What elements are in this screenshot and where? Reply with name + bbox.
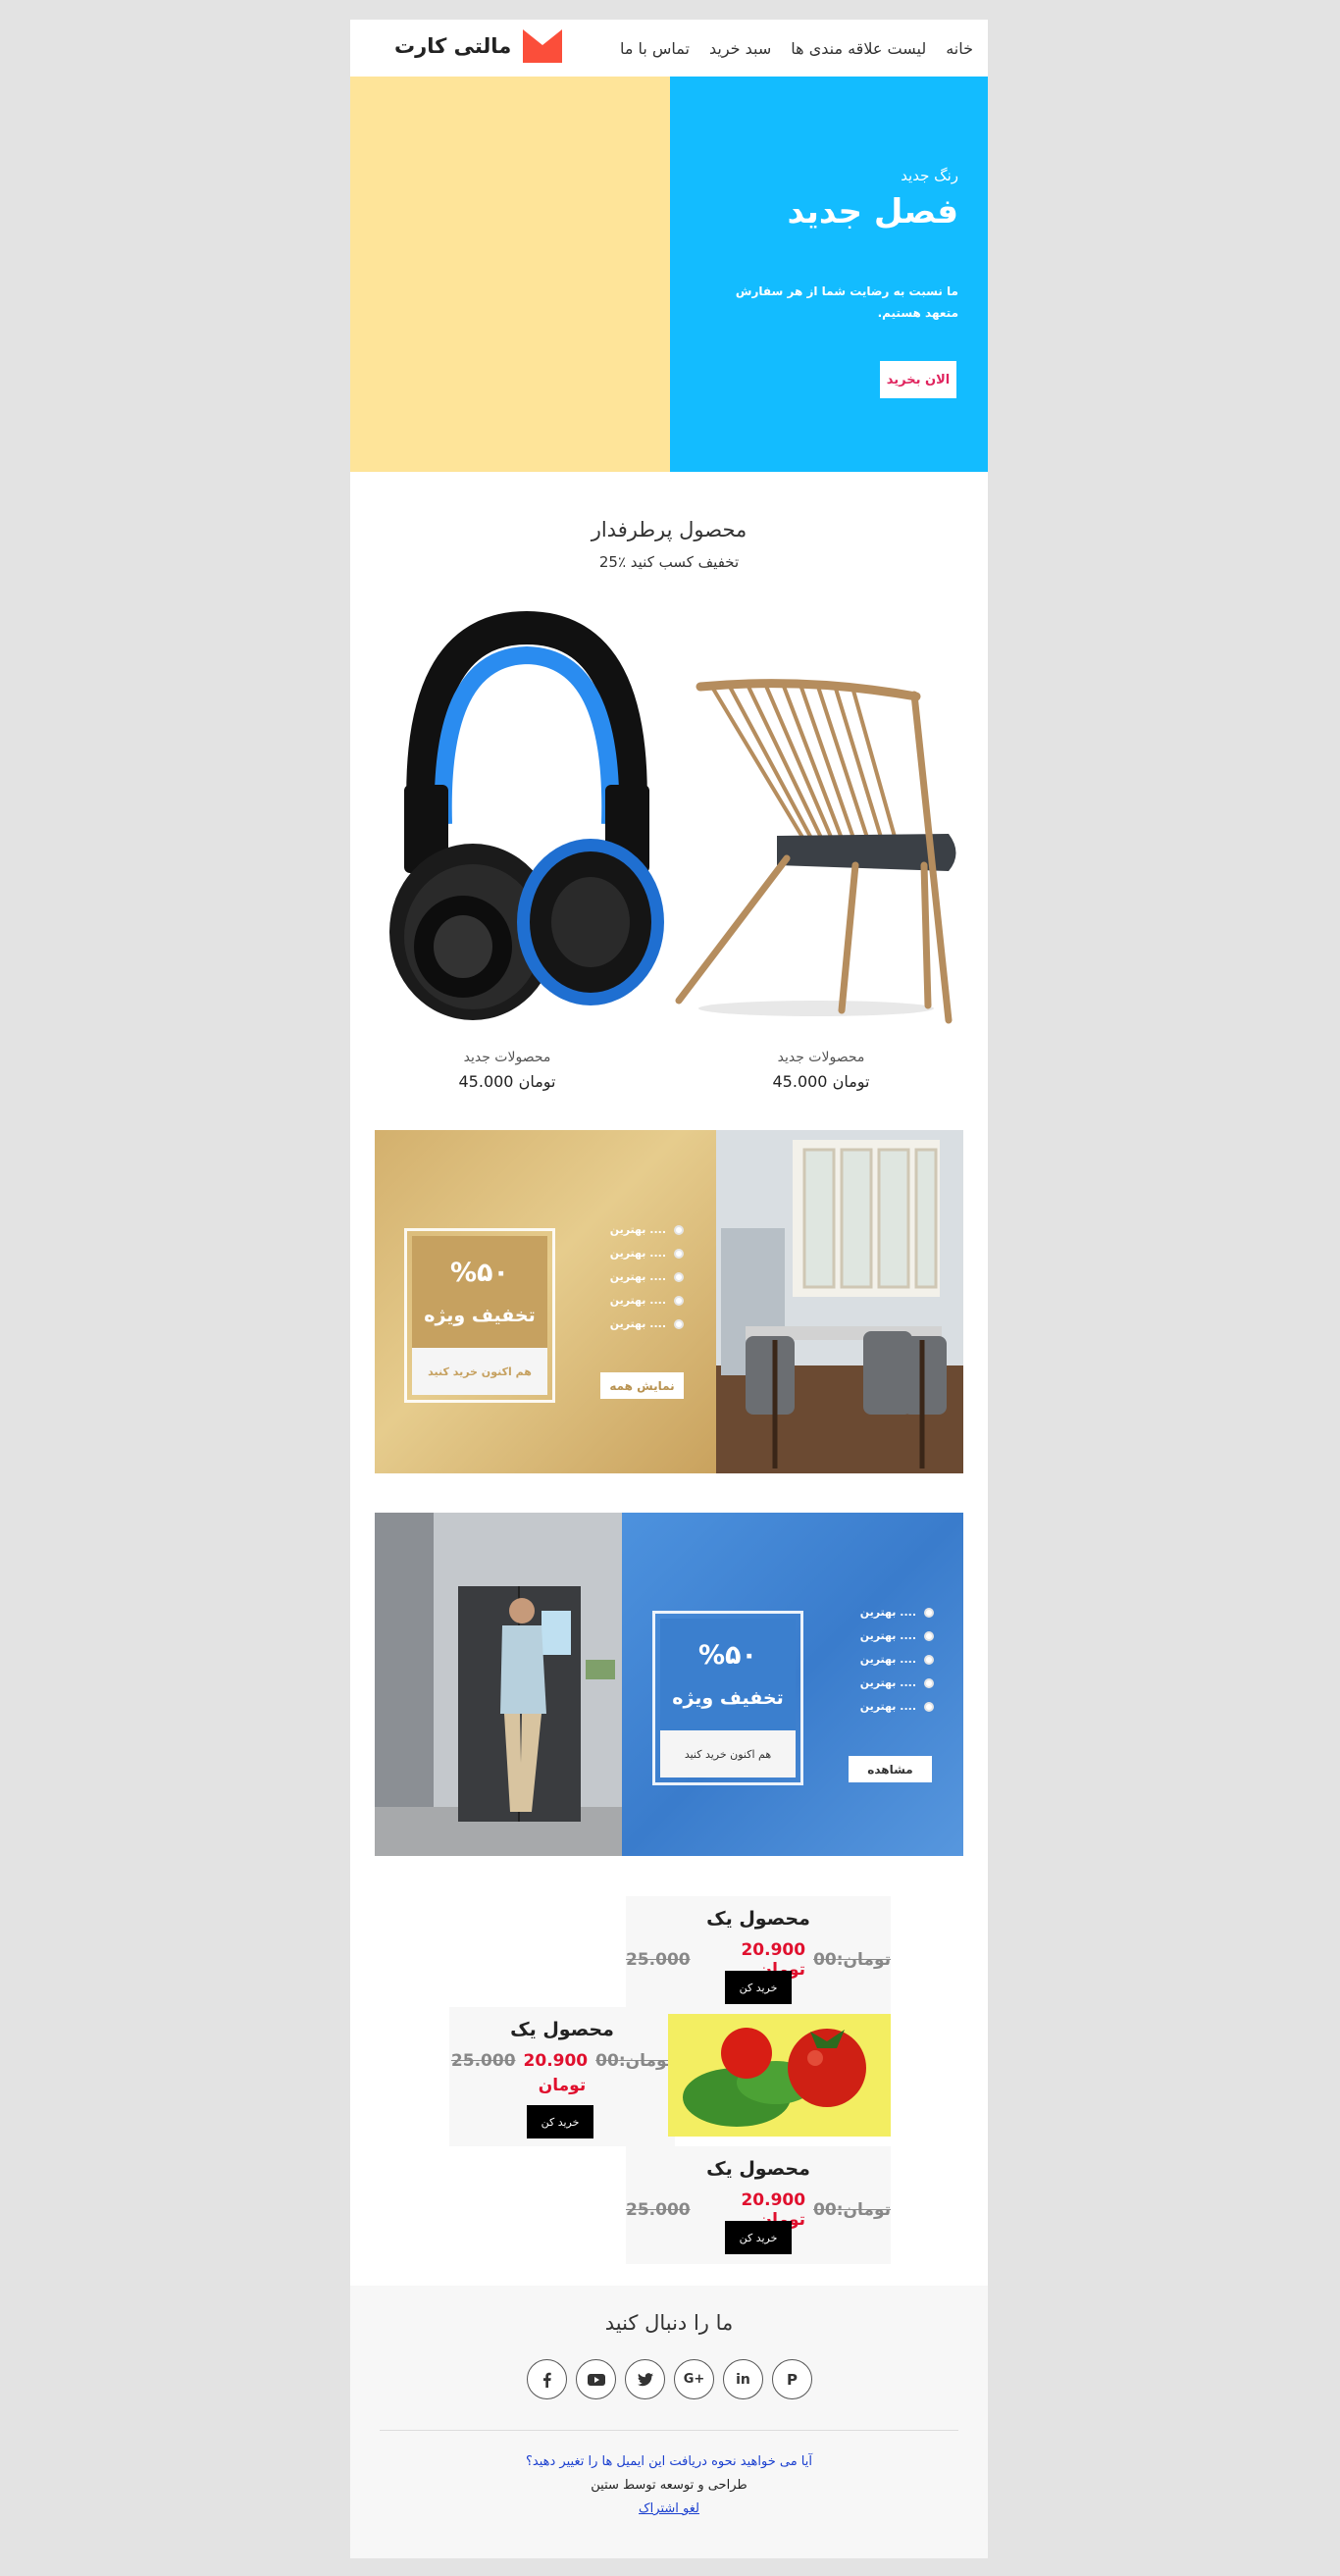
sale-price: 20.900 xyxy=(523,2051,589,2071)
footer: ما را دنبال کنید G+ in P xyxy=(350,2286,988,2558)
list-item: بهترین .... xyxy=(860,1606,934,1619)
bullet-icon xyxy=(924,1701,934,1712)
original-price: 25.000 xyxy=(450,2051,516,2071)
logo-icon xyxy=(523,29,563,63)
hero-left-panel xyxy=(350,77,670,472)
social-links: G+ in P xyxy=(527,2359,812,2399)
original-price: 25.000 xyxy=(626,2200,691,2220)
follow-us-title: ما را دنبال کنید xyxy=(604,2311,734,2335)
chair-image[interactable] xyxy=(669,608,973,1040)
sale-price-unit: تومان xyxy=(538,2076,587,2095)
product-title: محصول یک xyxy=(510,2019,614,2040)
header: خانه لیست علاقه مندی ها سبد خرید تماس با… xyxy=(350,20,988,77)
promo-bullet-list: بهترین .... بهترین .... بهترین .... بهتر… xyxy=(610,1223,684,1330)
buy-button[interactable]: خرید کن xyxy=(527,2105,593,2138)
hero-description: ما نسبت به رضایت شما از هر سفارش متعهد ه… xyxy=(735,284,958,320)
promo-shop-now-button[interactable]: هم اکنون خرید کنید xyxy=(412,1348,547,1395)
main-nav: خانه لیست علاقه مندی ها سبد خرید تماس با… xyxy=(620,39,973,58)
promo-view-all-button[interactable]: نمایش همه xyxy=(600,1372,684,1399)
tomato-image[interactable] xyxy=(668,2014,891,2137)
promo-shop-now-button[interactable]: هم اکنون خرید کنید xyxy=(660,1730,796,1777)
promo-percent: %۵۰ xyxy=(697,1640,757,1671)
promo-banner-kitchen: %۵۰ تخفیف ویژه هم اکنون خرید کنید بهترین… xyxy=(375,1130,963,1473)
hero-subtitle: رنگ جدید xyxy=(901,167,958,184)
buy-button[interactable]: خرید کن xyxy=(725,2221,792,2254)
promo-special-offer: تخفیف ویژه xyxy=(424,1305,536,1326)
brand-name: مالتی کارت xyxy=(394,34,512,58)
brand[interactable]: مالتی کارت xyxy=(394,29,563,63)
footer-divider xyxy=(380,2430,958,2431)
promo-banner-fridge: %۵۰ تخفیف ویژه هم اکنون خرید کنید بهترین… xyxy=(375,1513,963,1856)
youtube-icon[interactable] xyxy=(576,2359,616,2399)
featured-title: محصول پرطرفدار xyxy=(591,518,747,541)
list-item: بهترین .... xyxy=(860,1653,934,1666)
credit-text: طراحی و توسعه توسط ستین xyxy=(591,2478,747,2493)
price-line: تومان:00 20.900 25.000 xyxy=(449,2051,675,2071)
promo-bullet-list: بهترین .... بهترین .... بهترین .... بهتر… xyxy=(860,1606,934,1713)
zero-price: تومان:00 xyxy=(813,1950,891,1970)
bullet-icon xyxy=(674,1248,684,1259)
list-item: بهترین .... xyxy=(610,1223,684,1236)
hero-title: فصل جدید xyxy=(787,192,959,232)
product-price: 45.000 تومان xyxy=(458,1072,556,1091)
list-item: بهترین .... xyxy=(610,1317,684,1330)
headphones-image[interactable] xyxy=(385,608,669,1040)
list-item: بهترین .... xyxy=(860,1629,934,1642)
hero-buy-now-button[interactable]: الان بخرید xyxy=(880,361,956,398)
promo-special-offer: تخفیف ویژه xyxy=(672,1687,784,1709)
linkedin-icon[interactable]: in xyxy=(723,2359,763,2399)
kitchen-image xyxy=(716,1130,963,1473)
buy-button[interactable]: خرید کن xyxy=(725,1971,792,2004)
list-item: بهترین .... xyxy=(610,1270,684,1283)
nav-item-contact[interactable]: تماس با ما xyxy=(620,39,690,58)
email-preferences-link[interactable]: آیا می خواهید نحوه دریافت این ایمیل ها ر… xyxy=(350,2454,988,2469)
product-price: 45.000 تومان xyxy=(772,1072,870,1091)
zero-price: تومان:00 xyxy=(595,2051,674,2071)
list-item: بهترین .... xyxy=(610,1294,684,1307)
promo-discount-box: %۵۰ تخفیف ویژه هم اکنون خرید کنید xyxy=(404,1228,555,1403)
nav-item-cart[interactable]: سبد خرید xyxy=(709,39,771,58)
bullet-icon xyxy=(924,1630,934,1641)
bullet-icon xyxy=(674,1318,684,1329)
email-page: خانه لیست علاقه مندی ها سبد خرید تماس با… xyxy=(350,20,988,2558)
zero-price: تومان:00 xyxy=(813,2200,891,2220)
product-title: محصول یک xyxy=(706,1908,810,1930)
fridge-image xyxy=(375,1513,622,1856)
list-item: بهترین .... xyxy=(610,1247,684,1260)
promo-view-button[interactable]: مشاهده xyxy=(849,1756,932,1782)
nav-item-wishlist[interactable]: لیست علاقه مندی ها xyxy=(791,39,926,58)
product-title: محصول یک xyxy=(706,2158,810,2180)
unsubscribe-link[interactable]: لغو اشتراک xyxy=(350,2501,988,2516)
bullet-icon xyxy=(674,1295,684,1306)
product-label: محصولات جدید xyxy=(777,1050,865,1065)
promo-discount-box: %۵۰ تخفیف ویژه هم اکنون خرید کنید xyxy=(652,1611,803,1785)
nav-item-home[interactable]: خانه xyxy=(946,39,973,58)
hero-right-panel: رنگ جدید فصل جدید ما نسبت به رضایت شما ا… xyxy=(670,77,988,472)
bullet-icon xyxy=(924,1654,934,1665)
bullet-icon xyxy=(924,1607,934,1618)
featured-subtitle: 25٪ تخفیف کسب کنید xyxy=(598,553,740,571)
twitter-icon[interactable] xyxy=(625,2359,665,2399)
pinterest-icon[interactable]: P xyxy=(772,2359,812,2399)
bullet-icon xyxy=(674,1224,684,1235)
bullet-icon xyxy=(924,1677,934,1688)
product-card: محصول یک تومان:00 20.900 25.000 تومان خر… xyxy=(449,2007,675,2146)
list-item: بهترین .... xyxy=(860,1700,934,1713)
bullet-icon xyxy=(674,1271,684,1282)
product-label: محصولات جدید xyxy=(463,1050,551,1065)
product-card: محصول یک تومان:00 20.900 تومان 25.000 خر… xyxy=(626,1896,891,2014)
promo-percent: %۵۰ xyxy=(449,1258,509,1288)
original-price: 25.000 xyxy=(626,1950,691,1970)
product-card: محصول یک تومان:00 20.900 تومان 25.000 خر… xyxy=(626,2146,891,2264)
google-plus-icon[interactable]: G+ xyxy=(674,2359,714,2399)
list-item: بهترین .... xyxy=(860,1676,934,1689)
facebook-icon[interactable] xyxy=(527,2359,567,2399)
